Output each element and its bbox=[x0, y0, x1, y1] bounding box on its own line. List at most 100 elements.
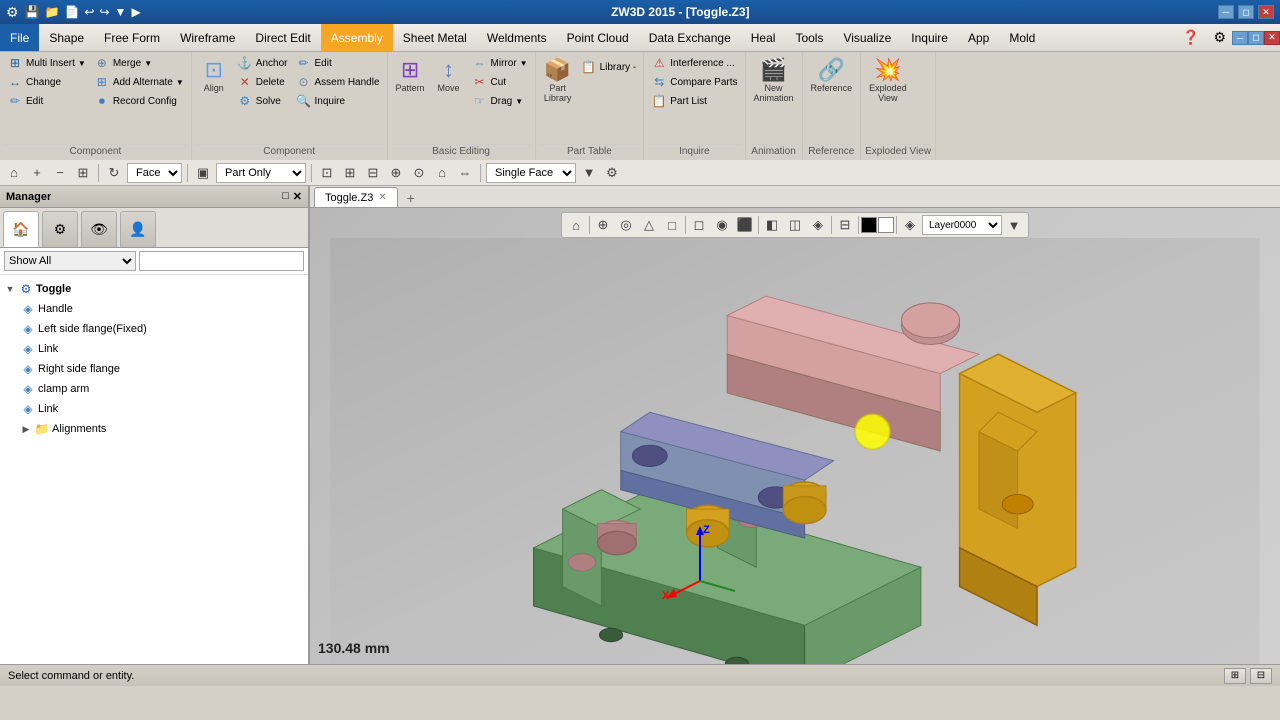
mirror-button[interactable]: ⇔ Mirror ▼ bbox=[469, 54, 531, 72]
vpt-box[interactable]: ◻ bbox=[688, 214, 710, 236]
tab-add-button[interactable]: + bbox=[402, 189, 420, 207]
viewport-tab-toggle[interactable]: Toggle.Z3 ✕ bbox=[314, 187, 398, 207]
quickbar-undo[interactable]: ↩ bbox=[82, 5, 96, 19]
menu-inquire[interactable]: Inquire bbox=[901, 24, 958, 51]
tree-item-right-flange[interactable]: ◈ Right side flange bbox=[0, 359, 308, 379]
status-btn2[interactable]: ⊟ bbox=[1250, 668, 1272, 684]
tb2-add-icon[interactable]: + bbox=[27, 163, 47, 183]
menu-freeform[interactable]: Free Form bbox=[94, 24, 170, 51]
tb2-mirror2-icon[interactable]: ⇔ bbox=[455, 163, 475, 183]
edit-align-button[interactable]: ✏ Edit bbox=[292, 54, 382, 72]
help-icon[interactable]: ❓ bbox=[1174, 29, 1207, 46]
tb2-angle-icon[interactable]: ⌂ bbox=[432, 163, 452, 183]
manager-tab-data[interactable]: 👤 bbox=[120, 211, 156, 247]
tb2-more-icon[interactable]: ▼ bbox=[579, 163, 599, 183]
tb2-filter-icon[interactable]: ⊟ bbox=[363, 163, 383, 183]
quickbar-save[interactable]: 💾 bbox=[23, 5, 42, 19]
add-alternate-button[interactable]: ⊞ Add Alternate ▼ bbox=[91, 73, 187, 91]
exploded-view-button[interactable]: 💥 ExplodedView bbox=[865, 54, 911, 106]
vpt-color-black[interactable] bbox=[861, 217, 877, 233]
record-config-button[interactable]: ⏺ Record Config bbox=[91, 92, 187, 110]
menu-wireframe[interactable]: Wireframe bbox=[170, 24, 245, 51]
vpt-point[interactable]: ◎ bbox=[615, 214, 637, 236]
tb2-minus-icon[interactable]: − bbox=[50, 163, 70, 183]
delete-align-button[interactable]: ✕ Delete bbox=[234, 73, 291, 91]
menu-direct-edit[interactable]: Direct Edit bbox=[245, 24, 320, 51]
menu-visualize[interactable]: Visualize bbox=[833, 24, 901, 51]
menu-close[interactable]: ✕ bbox=[1264, 31, 1280, 45]
part-library-button[interactable]: 📦 PartLibrary bbox=[540, 54, 576, 106]
pattern-button[interactable]: ⊞ Pattern bbox=[392, 54, 429, 96]
vpt-solid[interactable]: ⬛ bbox=[734, 214, 756, 236]
tb2-home-icon[interactable]: ⌂ bbox=[4, 163, 24, 183]
tree-item-link2[interactable]: ◈ Link bbox=[0, 399, 308, 419]
menu-app[interactable]: App bbox=[958, 24, 999, 51]
manager-float-icon[interactable]: □ bbox=[282, 190, 289, 203]
vpt-shade1[interactable]: ◧ bbox=[761, 214, 783, 236]
part-only-select[interactable]: Part Only bbox=[216, 163, 306, 183]
menu-shape[interactable]: Shape bbox=[39, 24, 94, 51]
menu-restore[interactable]: ◻ bbox=[1248, 31, 1264, 45]
manager-close-icon[interactable]: ✕ bbox=[293, 190, 302, 203]
menu-sheet-metal[interactable]: Sheet Metal bbox=[393, 24, 477, 51]
menu-tools[interactable]: Tools bbox=[785, 24, 833, 51]
vpt-face[interactable]: □ bbox=[661, 214, 683, 236]
manager-tab-view[interactable]: 👁 bbox=[81, 211, 117, 247]
vpt-edge[interactable]: △ bbox=[638, 214, 660, 236]
vpt-sphere[interactable]: ◉ bbox=[711, 214, 733, 236]
manager-tab-parts[interactable]: ⚙ bbox=[42, 211, 78, 247]
align-button[interactable]: ⊡ Align bbox=[196, 54, 232, 96]
tree-item-alignments[interactable]: ▶ 📁 Alignments bbox=[0, 419, 308, 439]
tb2-settings2-icon[interactable]: ⚙ bbox=[602, 163, 622, 183]
single-face-select[interactable]: Single Face bbox=[486, 163, 576, 183]
tab-close-icon[interactable]: ✕ bbox=[378, 192, 386, 203]
mirror-dropdown[interactable]: ▼ bbox=[520, 59, 528, 68]
tb2-snap-icon[interactable]: ⊡ bbox=[317, 163, 337, 183]
library-dash-button[interactable]: 📋 Library - bbox=[578, 58, 640, 76]
menu-mold[interactable]: Mold bbox=[999, 24, 1045, 51]
menu-point-cloud[interactable]: Point Cloud bbox=[557, 24, 639, 51]
quickbar-open[interactable]: 📁 bbox=[43, 5, 62, 19]
vpt-shade3[interactable]: ◈ bbox=[807, 214, 829, 236]
tree-root[interactable]: ▼ ⚙ Toggle bbox=[0, 279, 308, 299]
tb2-grid-icon[interactable]: ⊞ bbox=[73, 163, 93, 183]
tb2-snap2-icon[interactable]: ⊞ bbox=[340, 163, 360, 183]
close-button[interactable]: ✕ bbox=[1258, 5, 1274, 19]
menu-heal[interactable]: Heal bbox=[741, 24, 786, 51]
menu-data-exchange[interactable]: Data Exchange bbox=[639, 24, 741, 51]
settings-icon[interactable]: ⚙ bbox=[1207, 29, 1232, 46]
tb2-pointer-icon[interactable]: ▣ bbox=[193, 163, 213, 183]
tree-item-clamp-arm[interactable]: ◈ clamp arm bbox=[0, 379, 308, 399]
merge-dropdown[interactable]: ▼ bbox=[144, 59, 152, 68]
menu-minimize[interactable]: ─ bbox=[1232, 31, 1248, 45]
compare-parts-button[interactable]: ⇆ Compare Parts bbox=[648, 73, 740, 91]
vpt-cursor[interactable]: ⊕ bbox=[592, 214, 614, 236]
layer-select[interactable]: Layer0000 bbox=[922, 215, 1002, 235]
tree-item-handle[interactable]: ◈ Handle bbox=[0, 299, 308, 319]
filter-input[interactable] bbox=[139, 251, 304, 271]
reference-button[interactable]: 🔗 Reference bbox=[807, 54, 857, 96]
restore-button[interactable]: ◻ bbox=[1238, 5, 1254, 19]
vpt-layer-settings[interactable]: ▼ bbox=[1003, 214, 1025, 236]
tree-root-expand[interactable]: ▼ bbox=[4, 283, 16, 295]
merge-button[interactable]: ⊕ Merge ▼ bbox=[91, 54, 187, 72]
add-alternate-dropdown[interactable]: ▼ bbox=[176, 78, 184, 87]
interference-button[interactable]: ⚠ Interference ... bbox=[648, 54, 740, 72]
cut-button[interactable]: ✂ Cut bbox=[469, 73, 531, 91]
inquire-align-button[interactable]: 🔍 Inquire bbox=[292, 92, 382, 110]
tree-item-link1[interactable]: ◈ Link bbox=[0, 339, 308, 359]
change-button[interactable]: ↔ Change bbox=[4, 73, 89, 91]
menu-assembly[interactable]: Assembly bbox=[321, 24, 393, 51]
filter-select[interactable]: Show All bbox=[4, 251, 136, 271]
status-btn1[interactable]: ⊞ bbox=[1224, 668, 1246, 684]
move-button[interactable]: ↕ Move bbox=[431, 54, 467, 96]
menu-file[interactable]: File bbox=[0, 24, 39, 51]
vpt-shade2[interactable]: ◫ bbox=[784, 214, 806, 236]
menu-weldments[interactable]: Weldments bbox=[477, 24, 557, 51]
assem-handle-button[interactable]: ⊙ Assem Handle bbox=[292, 73, 382, 91]
minimize-button[interactable]: ─ bbox=[1218, 5, 1234, 19]
multi-insert-dropdown[interactable]: ▼ bbox=[78, 59, 86, 68]
manager-tab-history[interactable]: 🏠 bbox=[3, 211, 39, 247]
new-animation-button[interactable]: 🎬 NewAnimation bbox=[750, 54, 798, 106]
vpt-material[interactable]: ◈ bbox=[899, 214, 921, 236]
